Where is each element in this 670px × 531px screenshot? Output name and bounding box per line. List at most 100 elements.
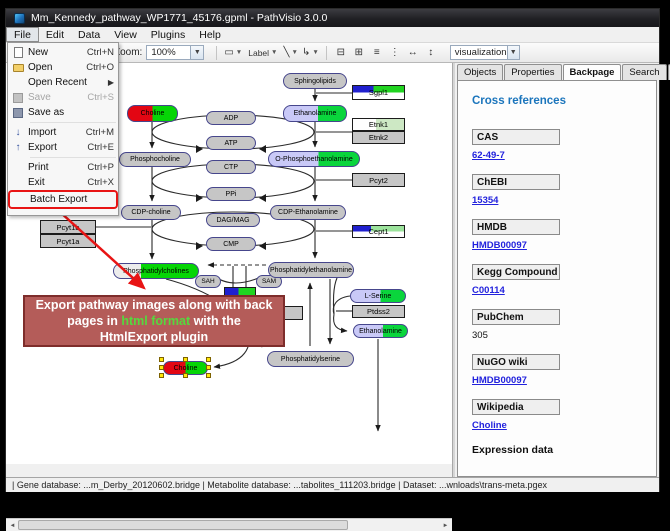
file-menu-item-export[interactable]: ↑ExportCtrl+E [8,140,118,155]
tab-backpage[interactable]: Backpage [563,64,622,80]
chevron-down-icon[interactable]: ▼ [190,46,203,59]
backpage-panel[interactable]: Cross references CAS62-49-7ChEBI15354HMD… [457,80,657,477]
node-etnk1[interactable]: Etnk1 [352,118,405,131]
chevron-down-icon[interactable]: ▼ [236,49,242,56]
selection-handle[interactable] [206,373,211,378]
label-tool[interactable]: Label▼ [245,45,280,61]
side-panel-tabs: ObjectsPropertiesBackpageSearchLegend [457,64,670,80]
node-adp[interactable]: ADP [206,111,256,125]
menu-item-shortcut: Ctrl+N [87,47,114,58]
selection-handle[interactable] [183,357,188,362]
horizontal-scrollbar[interactable]: ◄ ► [6,518,452,531]
tab-objects[interactable]: Objects [457,64,503,80]
node-cdp-ethanolamine[interactable]: CDP-Ethanolamine [270,205,346,220]
align-middle-icon[interactable]: ⊞ [351,45,367,61]
menu-item-shortcut: Ctrl+E [87,142,114,153]
menu-item-shortcut: Ctrl+P [87,162,114,173]
import-icon: ↓ [8,128,28,138]
node-o-phosphoethanolamine[interactable]: O-Phosphoethanolamine [268,151,360,167]
node-cmp[interactable]: CMP [206,237,256,251]
toolbar-separator [326,46,327,60]
node-choline-top[interactable]: Choline [127,105,178,122]
file-menu-item-import[interactable]: ↓ImportCtrl+M [8,125,118,140]
menu-item-label: Open [28,62,86,73]
scroll-right-icon[interactable]: ► [440,520,451,531]
node-pcyt1a[interactable]: Pcyt1a [40,234,96,248]
visualization-combobox[interactable]: visualization ▼ [450,45,520,60]
node-phosphatidylcholines[interactable]: Phosphatidylcholines [113,263,199,279]
tab-properties[interactable]: Properties [504,64,561,80]
scrollbar-thumb[interactable] [18,520,348,530]
menu-separator [30,157,116,158]
connector-tool[interactable]: ↳▼ [301,45,320,61]
file-menu-item-open[interactable]: OpenCtrl+O [8,60,118,75]
node-etnk2[interactable]: Etnk2 [352,131,405,144]
node-cdp-choline[interactable]: CDP-choline [121,205,181,220]
file-menu-item-open-recent[interactable]: Open Recent▶ [8,75,118,90]
annotation-line2: pages in html format with the [67,313,241,329]
xref-value-wikipedia[interactable]: Choline [472,420,656,431]
selection-handle[interactable] [183,373,188,378]
node-phosphocholine[interactable]: Phosphocholine [119,152,191,167]
selection-handle[interactable] [206,365,211,370]
menu-item-label: Open Recent [28,77,108,88]
node-ctp[interactable]: CTP [206,160,256,174]
chevron-down-icon[interactable]: ▼ [507,46,519,59]
selection-handle[interactable] [206,357,211,362]
file-menu-item-exit[interactable]: ExitCtrl+X [8,175,118,190]
node-dag-mag[interactable]: DAG/MAG [206,213,260,227]
node-sgpl1[interactable]: Sgpl1 [352,85,405,100]
node-ethanolamine-top[interactable]: Ethanolamine [283,105,347,122]
chevron-down-icon[interactable]: ▼ [271,49,277,56]
xref-value-nugo-wiki[interactable]: HMDB00097 [472,375,656,386]
zoom-combobox[interactable]: 100% ▼ [146,45,204,60]
line-tool[interactable]: ╲▼ [282,45,298,61]
selection-handle[interactable] [159,365,164,370]
node-pcyt2[interactable]: Pcyt2 [352,173,405,187]
toolbar-separator [216,46,217,60]
menu-plugins[interactable]: Plugins [144,27,192,42]
menu-item-shortcut: Ctrl+X [87,177,114,188]
node-ethanolamine-bottom[interactable]: Ethanolamine [353,324,408,338]
distribute-horizontal-icon[interactable]: ≡ [369,45,385,61]
chevron-down-icon[interactable]: ▼ [292,49,298,56]
file-menu-item-print[interactable]: PrintCtrl+P [8,160,118,175]
file-menu-item-batch-export[interactable]: Batch Export [10,192,116,207]
menu-view[interactable]: View [107,27,144,42]
menu-help[interactable]: Help [192,27,228,42]
node-atp[interactable]: ATP [206,136,256,150]
selection-handle[interactable] [159,373,164,378]
file-menu-item-save-as[interactable]: Save as [8,105,118,120]
xref-value-kegg-compound[interactable]: C00114 [472,285,656,296]
xref-value-chebi[interactable]: 15354 [472,195,656,206]
node-l-serine[interactable]: L-Serine [350,289,406,303]
xref-value-hmdb[interactable]: HMDB00097 [472,240,656,251]
expression-data-heading: Expression data [472,444,656,456]
node-phosphatidylethanolamine[interactable]: Phosphatidylethanolamine [268,262,354,278]
xref-header-nugo-wiki: NuGO wiki [472,354,560,370]
node-ptdss2[interactable]: Ptdss2 [352,305,405,318]
xref-value-cas[interactable]: 62-49-7 [472,150,656,161]
match-width-icon[interactable]: ↔ [405,45,421,61]
xref-header-kegg-compound: Kegg Compound [472,264,560,280]
node-sphingolipids[interactable]: Sphingolipids [283,73,347,89]
node-sah[interactable]: SAH [195,275,221,288]
tab-search[interactable]: Search [622,64,666,80]
menu-data[interactable]: Data [71,27,107,42]
align-center-icon[interactable]: ⊟ [333,45,349,61]
chevron-down-icon[interactable]: ▼ [312,49,318,56]
file-menu-item-new[interactable]: NewCtrl+N [8,45,118,60]
node-pcyt1b[interactable]: Pcyt1b [40,220,96,234]
node-ppi[interactable]: PPi [206,187,256,201]
distribute-vertical-icon[interactable]: ⋮ [387,45,403,61]
scroll-left-icon[interactable]: ◄ [7,520,18,531]
menu-edit[interactable]: Edit [39,27,71,42]
selection-handle[interactable] [159,357,164,362]
match-height-icon[interactable]: ↕ [423,45,439,61]
menu-file[interactable]: File [6,27,39,42]
node-cept1[interactable]: Cept1 [352,225,405,238]
side-panel: ObjectsPropertiesBackpageSearchLegend Cr… [455,63,659,477]
node-phosphatidylserine[interactable]: Phosphatidylserine [267,351,354,367]
title-bar[interactable]: Mm_Kennedy_pathway_WP1771_45176.gpml - P… [6,9,659,27]
gene-product-tool[interactable]: ▭▼ [223,45,243,61]
